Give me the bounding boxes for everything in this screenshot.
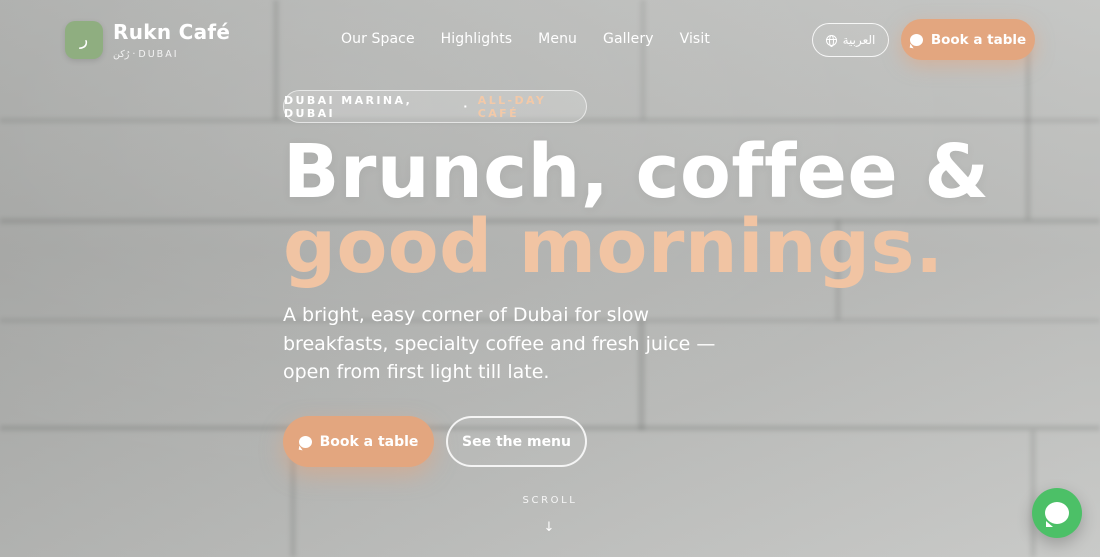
hero-description: A bright, easy corner of Dubai for slow … — [283, 304, 716, 383]
hero-headline: Brunch, coffee & — [283, 129, 990, 215]
book-table-label: Book a table — [319, 433, 419, 450]
header-book-table-label: Book a table — [930, 31, 1027, 48]
language-label: العربية — [842, 33, 876, 47]
brand-name[interactable]: Rukn Café — [113, 20, 230, 44]
book-table-button[interactable]: Book a table — [283, 416, 434, 467]
eyebrow-accent: ALL-DAY CAFÉ — [477, 93, 547, 120]
scroll-down-icon[interactable]: ↓ — [541, 519, 557, 535]
chat-bubble-icon — [909, 33, 923, 46]
whatsapp-icon — [1045, 502, 1069, 527]
site-header: ر Rukn Café رُكن · DUBAI Our Space Highl… — [0, 0, 1100, 80]
nav-item-our-space[interactable]: Our Space — [341, 31, 415, 47]
eyebrow-location: DUBAI MARINA, DUBAI — [284, 93, 413, 120]
location-badge: DUBAI MARINA, DUBAI · ALL-DAY CAFÉ — [283, 90, 587, 123]
scroll-label: SCROLL — [522, 495, 578, 506]
hero-headline-accent: good mornings. — [283, 204, 944, 290]
nav-item-highlights[interactable]: Highlights — [441, 31, 513, 47]
logo-badge[interactable]: ر — [65, 21, 103, 59]
globe-icon — [825, 34, 837, 47]
eyebrow-separator: · — [463, 100, 470, 113]
see-menu-button[interactable]: See the menu — [446, 416, 587, 467]
nav-item-menu[interactable]: Menu — [538, 31, 577, 47]
language-toggle-button[interactable]: العربية — [812, 23, 889, 57]
header-book-table-button[interactable]: Book a table — [901, 19, 1035, 60]
logo-glyph: ر — [79, 30, 89, 50]
whatsapp-chat-button[interactable] — [1032, 488, 1082, 538]
nav-item-visit[interactable]: Visit — [680, 31, 710, 47]
chat-bubble-icon — [298, 435, 312, 448]
see-menu-label: See the menu — [462, 433, 571, 450]
main-nav: Our Space Highlights Menu Gallery Visit — [341, 31, 710, 47]
nav-item-gallery[interactable]: Gallery — [603, 31, 654, 47]
brand-subtitle: رُكن · DUBAI — [113, 49, 179, 60]
